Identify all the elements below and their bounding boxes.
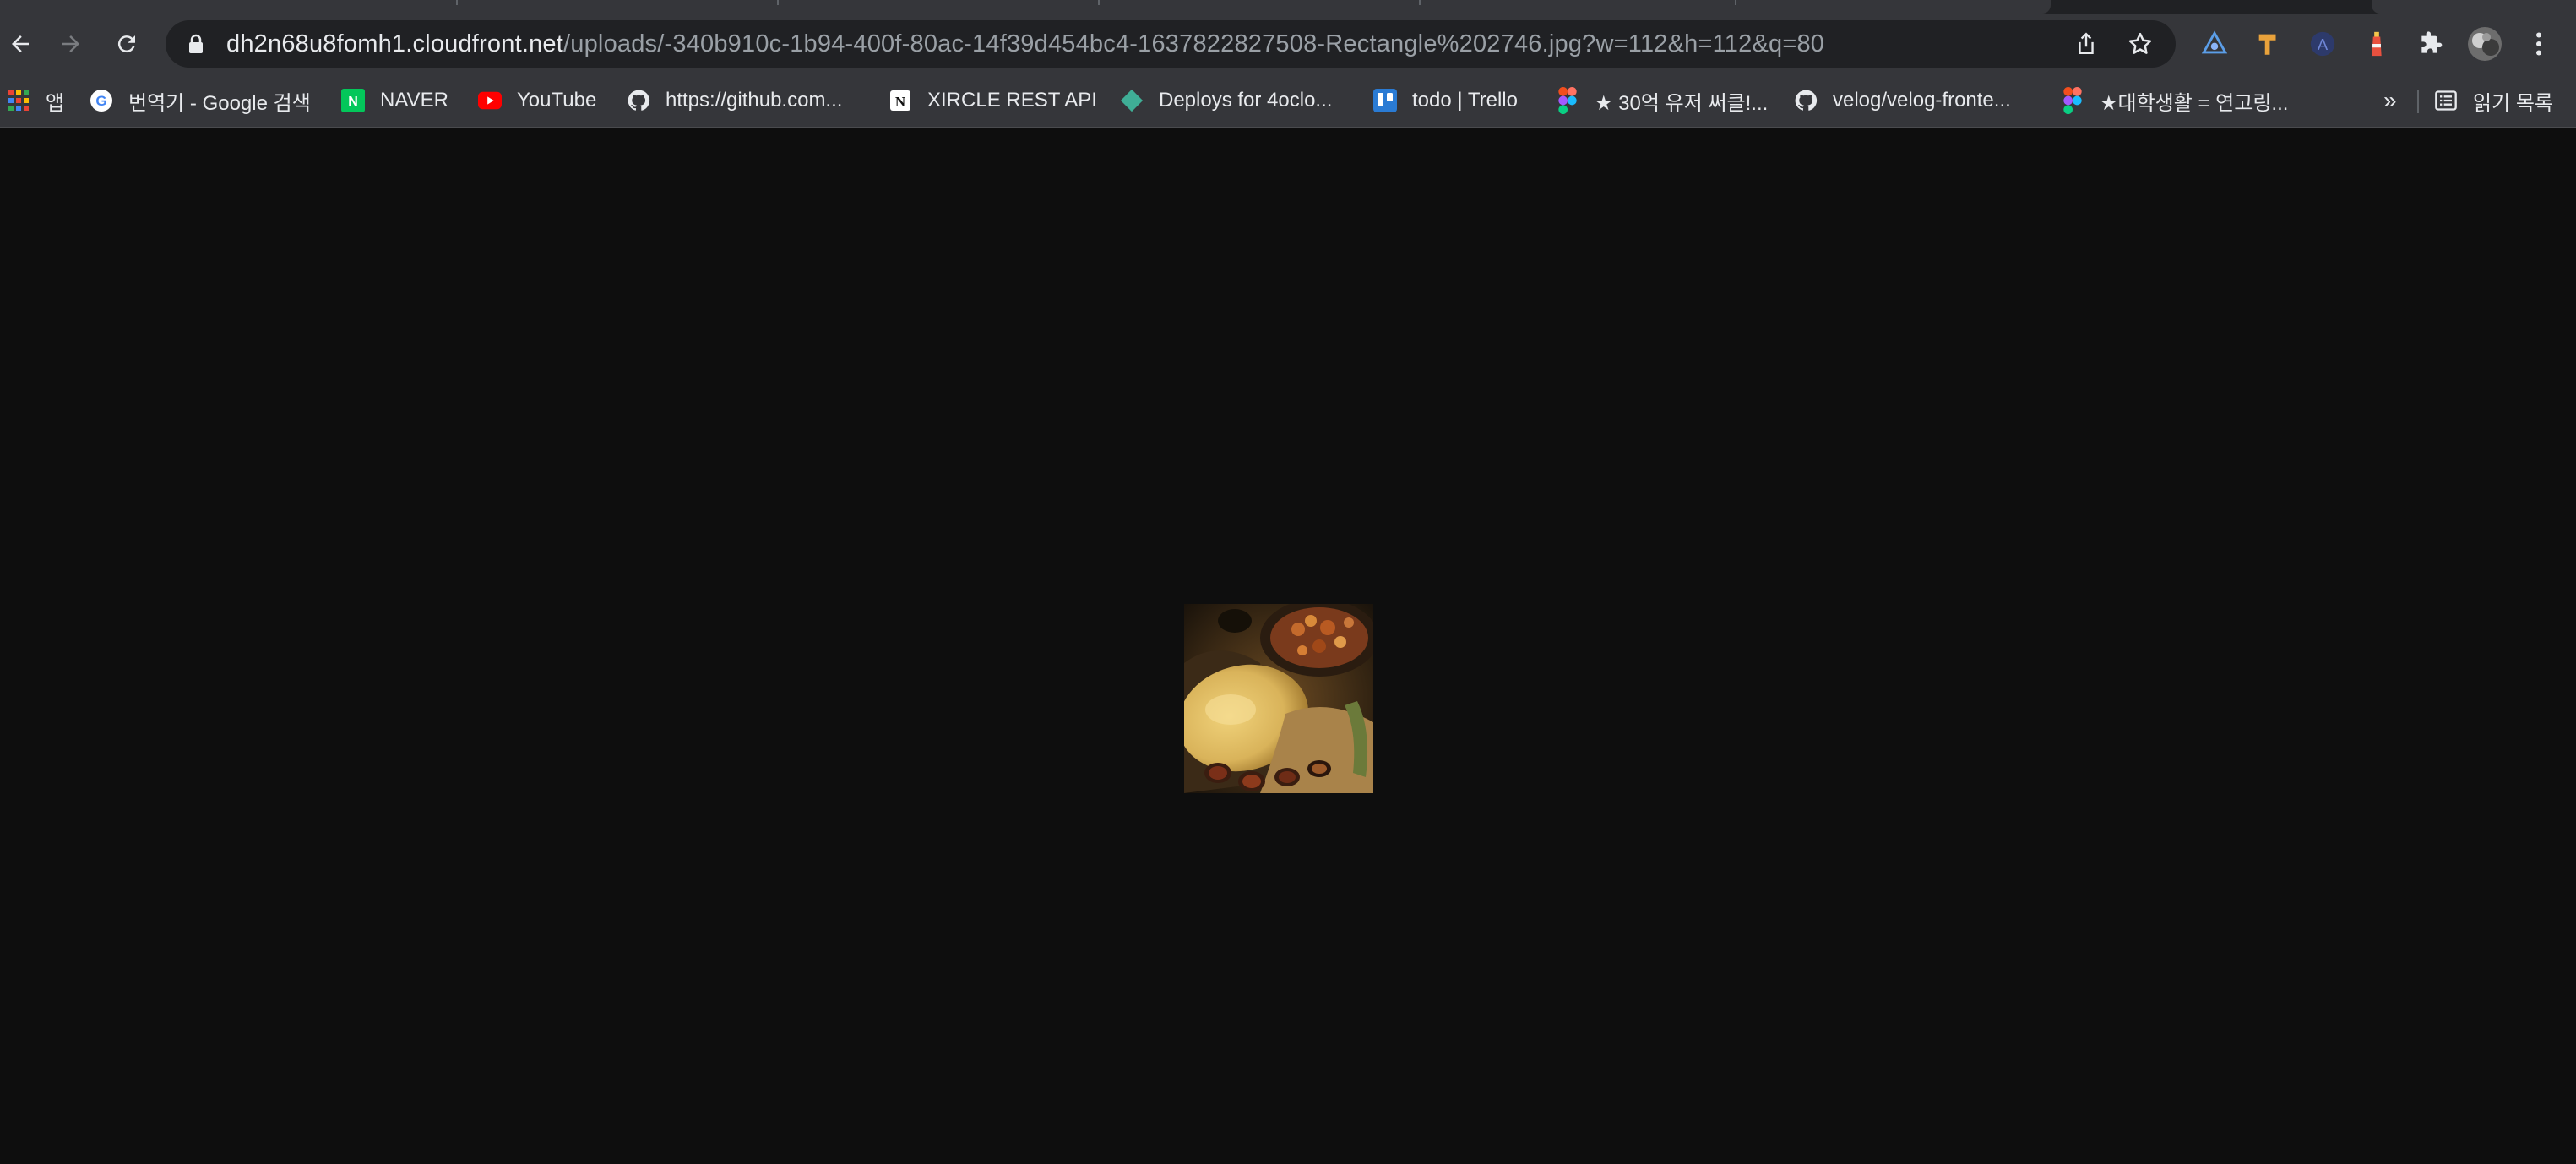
bookmark-label: Deploys for 4oclo... <box>1159 89 1333 112</box>
bookmark-apps[interactable]: 앱 <box>7 84 64 117</box>
other-tab[interactable] <box>2372 0 2576 14</box>
bookmark-xircle-api[interactable]: N XIRCLE REST API <box>889 84 1097 117</box>
svg-text:N: N <box>895 94 906 110</box>
bookmark-naver[interactable]: N NAVER <box>341 84 448 117</box>
bookmark-label: NAVER <box>380 89 448 112</box>
svg-text:N: N <box>348 95 358 109</box>
youtube-icon <box>478 89 502 112</box>
tab-separator <box>1098 0 1100 5</box>
svg-text:G: G <box>95 93 106 109</box>
tab-separator <box>1735 0 1736 5</box>
extension-hammer-icon[interactable] <box>2252 27 2285 61</box>
bookmark-label: todo | Trello <box>1412 89 1518 112</box>
bookmark-figma-circle[interactable]: ★ 30억 유저 써클!... <box>1556 84 1768 117</box>
bookmark-velog-github[interactable]: velog/velog-fronte... <box>1794 84 2011 117</box>
bookmark-youtube[interactable]: YouTube <box>478 84 596 117</box>
extension-circle-a-icon[interactable]: A <box>2306 27 2340 61</box>
tab-separator <box>1419 0 1421 5</box>
tab-strip <box>0 0 2576 14</box>
bookmark-label: velog/velog-fronte... <box>1833 89 2011 112</box>
bookmarks-divider <box>2417 90 2419 113</box>
bookmark-label: XIRCLE REST API <box>927 89 1097 112</box>
naver-icon: N <box>341 89 365 112</box>
extension-lighthouse-icon[interactable] <box>2360 27 2394 61</box>
active-tab[interactable] <box>0 0 2051 14</box>
browser-toolbar: dh2n68u8fomh1.cloudfront.net/uploads/-34… <box>0 14 2576 74</box>
bookmark-label: 번역기 - Google 검색 <box>128 91 311 115</box>
tab-separator <box>777 0 779 5</box>
menu-kebab-icon[interactable] <box>2522 27 2556 61</box>
bookmark-google-search[interactable]: G 번역기 - Google 검색 <box>90 84 311 117</box>
reload-button[interactable] <box>106 24 147 64</box>
bookmark-github[interactable]: https://github.com... <box>627 84 842 117</box>
bookmark-label: https://github.com... <box>666 89 843 112</box>
bookmark-figma-college[interactable]: ★대학생활 = 연고링... <box>2061 84 2288 117</box>
url-text[interactable]: dh2n68u8fomh1.cloudfront.net/uploads/-34… <box>226 30 1824 58</box>
figma-icon <box>1556 87 1579 114</box>
back-button[interactable] <box>0 24 41 64</box>
github-icon <box>1794 89 1818 112</box>
reading-list-button[interactable]: 읽기 목록 <box>2434 84 2553 117</box>
trello-icon <box>1373 89 1397 112</box>
url-host: dh2n68u8fomh1.cloudfront.net <box>226 30 564 57</box>
bookmark-label: YouTube <box>517 89 597 112</box>
github-icon <box>627 89 650 112</box>
reload-icon <box>117 35 135 53</box>
address-bar[interactable]: dh2n68u8fomh1.cloudfront.net/uploads/-34… <box>166 20 2176 68</box>
forward-button[interactable] <box>51 24 91 64</box>
svg-text:A: A <box>2318 35 2329 53</box>
reading-list-icon <box>2434 89 2458 112</box>
bookmark-netlify-deploys[interactable]: Deploys for 4oclo... <box>1120 84 1332 117</box>
lock-icon[interactable] <box>184 32 208 56</box>
bookmark-label: ★대학생활 = 연고링... <box>2100 91 2289 115</box>
extensions-puzzle-icon[interactable] <box>2414 27 2448 61</box>
share-icon[interactable] <box>2073 30 2100 57</box>
reading-list-label: 읽기 목록 <box>2473 91 2553 115</box>
overflow-chevron: » <box>2383 87 2397 113</box>
profile-avatar[interactable] <box>2468 27 2502 61</box>
arrow-right-icon <box>62 35 79 52</box>
notion-icon: N <box>889 89 912 112</box>
bookmarks-bar: 앱 G 번역기 - Google 검색 N NAVER YouTube http… <box>0 74 2576 128</box>
bookmark-label: 앱 <box>46 91 65 115</box>
tab-separator <box>456 0 458 5</box>
bookmarks-overflow-button[interactable]: » <box>2383 84 2397 117</box>
apps-grid-icon <box>7 89 30 112</box>
figma-icon <box>2061 87 2084 114</box>
bookmark-star-icon[interactable] <box>2127 30 2154 57</box>
bookmark-trello[interactable]: todo | Trello <box>1373 84 1518 117</box>
bookmark-label: ★ 30억 유저 써클!... <box>1595 91 1769 115</box>
url-path: /uploads/-340b910c-1b94-400f-80ac-14f39d… <box>563 30 1825 57</box>
food-photo-image <box>1184 604 1373 793</box>
arrow-left-icon <box>12 35 29 52</box>
netlify-icon <box>1120 89 1144 112</box>
google-icon: G <box>90 89 113 112</box>
extension-triangle-icon[interactable] <box>2198 27 2231 61</box>
